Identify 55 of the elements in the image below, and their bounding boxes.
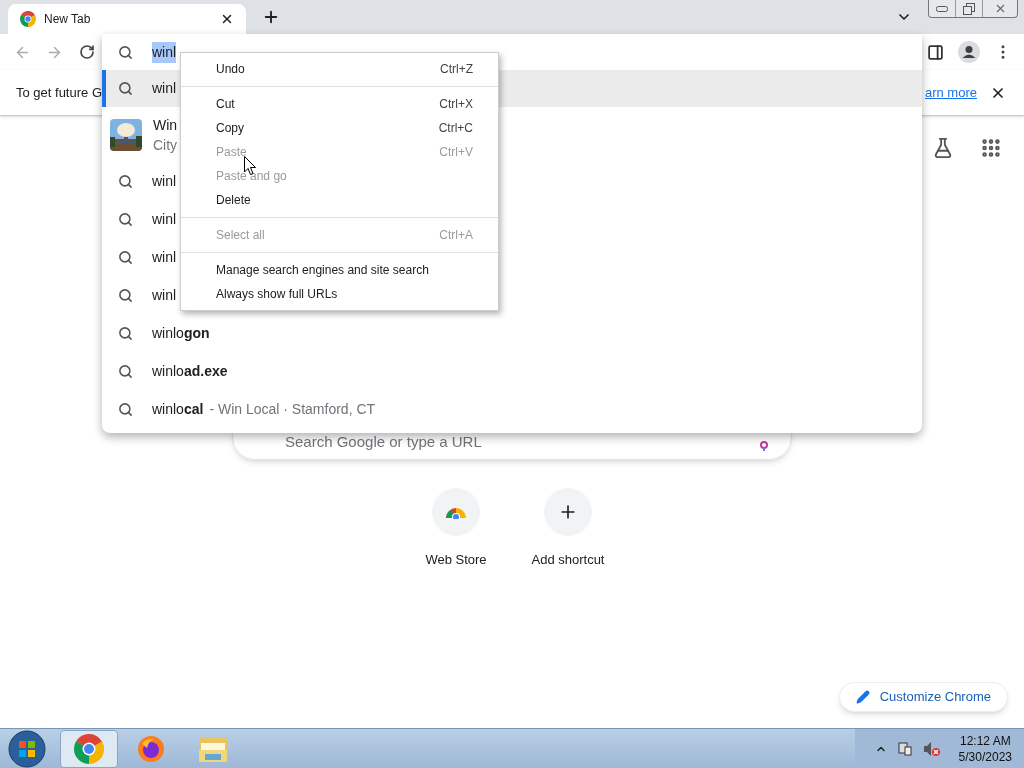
shortcut-tile[interactable]: Add shortcut: [512, 488, 624, 570]
new-tab-icon[interactable]: [262, 8, 280, 26]
close-icon[interactable]: [220, 12, 234, 26]
suggestion-title: Win: [153, 115, 178, 135]
flask-icon[interactable]: [932, 137, 954, 159]
browser-logo-icon: [20, 11, 36, 27]
reload-icon[interactable]: [79, 44, 95, 60]
shortcut-label: Web Store: [425, 551, 487, 569]
suggestion-text: winlocal: [152, 399, 204, 419]
shortcut-tile[interactable]: Web Store: [400, 488, 512, 570]
fox-browser-icon: [136, 733, 166, 764]
tab-title: New Tab: [44, 11, 92, 28]
menu-item[interactable]: Manage search engines and site search: [181, 258, 498, 282]
suggestion-text: winl: [152, 171, 177, 191]
search-icon: [118, 363, 133, 379]
search-icon: [118, 211, 133, 227]
search-icon: [118, 173, 133, 189]
browser-logo-icon: [74, 733, 104, 764]
muted-speaker-icon[interactable]: [922, 740, 941, 757]
shortcut-label: Add shortcut: [531, 551, 605, 569]
customize-button[interactable]: Customize Chrome: [838, 682, 1008, 712]
side-panel-icon[interactable]: [927, 43, 944, 61]
search-icon: [118, 249, 133, 265]
suggestion-text: winl: [152, 209, 177, 229]
pencil-icon: [855, 690, 870, 704]
profile-icon[interactable]: [958, 41, 980, 63]
minimize-icon[interactable]: [936, 5, 949, 12]
suggestion-text: winl: [152, 285, 177, 305]
search-icon: [118, 287, 133, 303]
search-icon: [118, 325, 133, 341]
menu-item[interactable]: Delete: [181, 188, 498, 212]
search-icon: [118, 44, 133, 60]
learn-more-link[interactable]: arn more: [924, 82, 977, 103]
search-placeholder: Search Google or type a URL: [285, 431, 482, 452]
clock-date[interactable]: 5/30/2023: [958, 748, 1012, 765]
omnibox-input[interactable]: winl: [152, 41, 177, 63]
menu-item[interactable]: Copy Ctrl+C: [181, 116, 498, 140]
microphone-icon[interactable]: [759, 441, 769, 451]
network-icon[interactable]: [896, 740, 913, 757]
clock-time[interactable]: 12:12 AM: [959, 732, 1011, 749]
suggestion-text: winload.exe: [152, 361, 228, 381]
suggestion-text: winl: [152, 247, 177, 267]
suggestion-text: winl: [152, 79, 177, 98]
suggestion-text: winlogon: [152, 323, 210, 343]
browser-tab[interactable]: New Tab: [8, 4, 246, 34]
apps-icon[interactable]: [980, 137, 1002, 159]
search-icon: [118, 81, 133, 96]
taskbar-app-button[interactable]: [60, 729, 118, 768]
restore-icon[interactable]: [963, 2, 976, 15]
store-icon: [445, 505, 467, 519]
infobar-message: To get future G: [16, 83, 102, 102]
menu-item[interactable]: Always show full URLs: [181, 282, 498, 306]
start-orb-icon[interactable]: [8, 729, 46, 768]
suggestion-subtitle: City: [153, 135, 178, 155]
search-icon: [118, 401, 133, 417]
